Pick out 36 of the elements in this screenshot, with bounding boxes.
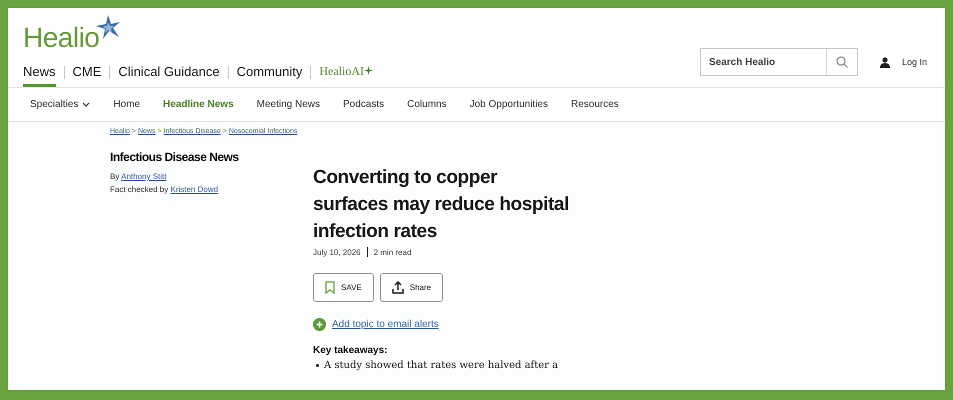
email-alerts-link[interactable]: Add topic to email alerts <box>332 319 439 330</box>
share-button[interactable]: Share <box>380 273 444 302</box>
read-time: 2 min read <box>374 248 412 256</box>
article-date: July 10, 2026 <box>313 248 361 256</box>
nav-tab[interactable]: Clinical Guidance <box>118 60 220 87</box>
nav-link[interactable]: Job Opportunities <box>470 99 548 110</box>
add-icon[interactable] <box>313 318 326 331</box>
nav-tab[interactable]: Community <box>236 60 302 87</box>
fact-check-label: Fact checked by <box>110 185 168 194</box>
user-icon <box>880 56 890 68</box>
takeaway-item: A study showed that rates were halved after a <box>324 359 558 372</box>
nav-link[interactable]: Podcasts <box>343 99 384 110</box>
save-button[interactable]: SAVE <box>313 273 374 302</box>
bullet-icon <box>316 364 319 367</box>
takeaways-heading: Key takeaways: <box>313 345 388 356</box>
nav-tab[interactable]: News <box>23 60 56 87</box>
nav-tab[interactable]: CME <box>72 60 102 87</box>
author-link[interactable]: Anthony Stitt <box>121 172 166 181</box>
section-title: Infectious Disease News <box>110 150 240 164</box>
byline-label: By <box>110 172 120 181</box>
nav-link[interactable]: Specialties <box>30 99 90 110</box>
fact-checker-link[interactable]: Kristen Dowd <box>170 185 218 194</box>
nav-link[interactable]: Headline News <box>163 99 234 110</box>
search-button[interactable] <box>826 48 858 76</box>
sparkle-icon <box>364 66 373 75</box>
login-button[interactable]: Log In <box>874 56 933 68</box>
article-headline: Converting to copper surfaces may reduce hospital infection rates <box>313 166 570 244</box>
nav-link[interactable]: Meeting News <box>256 99 320 110</box>
nav-tab[interactable]: HealioAI <box>319 60 373 87</box>
search-icon <box>836 56 848 68</box>
nav-link[interactable]: Resources <box>571 99 619 110</box>
chevron-down-icon <box>82 102 90 107</box>
bookmark-icon <box>325 281 335 294</box>
nav-link[interactable]: Columns <box>407 99 447 110</box>
nav-link[interactable]: Home <box>113 99 140 110</box>
share-icon <box>392 281 404 294</box>
